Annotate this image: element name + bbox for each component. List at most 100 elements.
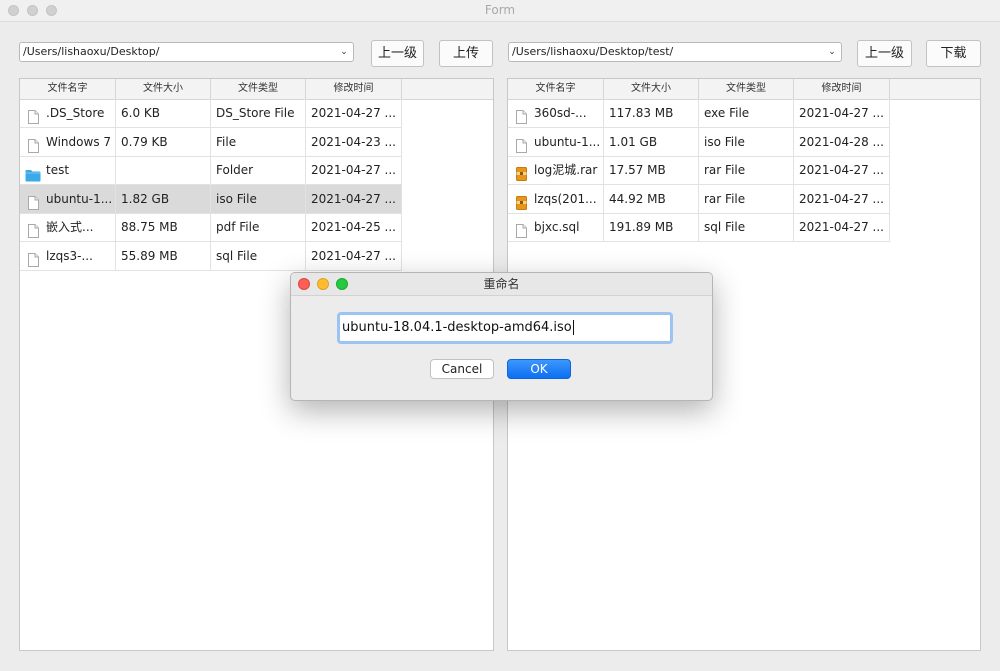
table-header: 文件名字 文件大小 文件类型 修改时间 <box>20 79 493 100</box>
chevron-down-icon[interactable]: ⌄ <box>337 46 351 58</box>
cell-type-text: DS_Store File <box>216 106 295 120</box>
cell-name-text: Windows 7 <box>46 134 112 149</box>
cell-mtime: 2021-04-25 ... <box>306 213 402 243</box>
cell-type: File <box>211 127 306 157</box>
cell-type-text: pdf File <box>216 220 260 235</box>
file-icon <box>28 192 39 210</box>
cell-name: log泥城.rar <box>508 156 604 186</box>
column-header-mtime[interactable]: 修改时间 <box>794 79 890 99</box>
cell-name-text: lzqs3-... <box>46 249 93 263</box>
column-header-size[interactable]: 文件大小 <box>604 79 699 99</box>
right-path-combobox[interactable]: /Users/lishaoxu/Desktop/test/ ⌄ <box>508 42 842 62</box>
column-header-name[interactable]: 文件名字 <box>20 79 116 99</box>
cell-name: test <box>20 156 116 186</box>
cell-type-text: sql File <box>216 249 258 263</box>
cell-size: 117.83 MB <box>604 99 699 128</box>
cell-size: 0.79 KB <box>116 127 211 157</box>
cell-mtime-text: 2021-04-28 ... <box>799 134 884 149</box>
table-row[interactable]: lzqs(201... 44.92 MB rar File 2021-04-27 ..… <box>508 184 890 214</box>
cell-name-text: 嵌入式... <box>46 220 94 235</box>
cell-mtime-text: 2021-04-27 ... <box>311 106 396 120</box>
cell-type: rar File <box>699 184 794 214</box>
dialog-zoom-button[interactable] <box>336 278 348 290</box>
table-row[interactable]: bjxc.sql 191.89 MB sql File 2021-04-27 ... <box>508 213 890 243</box>
cell-type-text: exe File <box>704 106 750 120</box>
column-header-mtime[interactable]: 修改时间 <box>306 79 402 99</box>
table-row[interactable]: lzqs3-... 55.89 MB sql File 2021-04-27 ... <box>20 242 402 271</box>
ok-button[interactable]: OK <box>507 359 571 379</box>
cell-name-text: test <box>46 163 70 178</box>
cell-size <box>116 156 211 186</box>
rename-input[interactable]: ubuntu-18.04.1-desktop-amd64.iso <box>337 312 673 344</box>
cell-name: lzqs3-... <box>20 242 116 271</box>
cell-mtime-text: 2021-04-27 ... <box>799 163 884 178</box>
cell-type-text: iso File <box>704 134 745 149</box>
right-up-button[interactable]: 上一级 <box>857 40 912 67</box>
cell-size-text: 191.89 MB <box>609 220 674 235</box>
cell-type: sql File <box>211 242 306 271</box>
file-icon <box>516 135 527 153</box>
cell-size-text: 6.0 KB <box>121 106 160 120</box>
cell-name-text: 360sd-... <box>534 106 587 120</box>
cell-size: 55.89 MB <box>116 242 211 271</box>
file-icon <box>28 106 39 124</box>
cell-mtime-text: 2021-04-27 ... <box>311 191 396 206</box>
table-row[interactable]: Windows 7 0.79 KB File 2021-04-23 ... <box>20 127 402 157</box>
text-caret <box>572 320 574 335</box>
archive-icon <box>516 192 527 210</box>
table-row[interactable]: ubuntu-1... 1.01 GB iso File 2021-04-28 ... <box>508 127 890 157</box>
file-icon <box>28 135 39 153</box>
file-icon <box>28 220 39 239</box>
window-titlebar: Form <box>0 0 1000 22</box>
window-title: Form <box>484 3 516 17</box>
dialog-titlebar: 重命名 <box>291 273 712 296</box>
dialog-close-button[interactable] <box>298 278 310 290</box>
cell-name: ubuntu-1... <box>20 184 116 214</box>
table-row[interactable]: 360sd-... 117.83 MB exe File 2021-04-27 ... <box>508 99 890 128</box>
cell-name: lzqs(201... <box>508 184 604 214</box>
cell-name: 嵌入式... <box>20 213 116 243</box>
table-row[interactable]: 嵌入式... 88.75 MB pdf File 2021-04-25 ... <box>20 213 402 243</box>
cell-name: 360sd-... <box>508 99 604 128</box>
left-path-combobox[interactable]: /Users/lishaoxu/Desktop/ ⌄ <box>19 42 354 62</box>
cell-size-text: 1.82 GB <box>121 191 170 206</box>
column-header-name[interactable]: 文件名字 <box>508 79 604 99</box>
column-header-size[interactable]: 文件大小 <box>116 79 211 99</box>
cell-size: 17.57 MB <box>604 156 699 186</box>
cell-size: 44.92 MB <box>604 184 699 214</box>
cell-type: iso File <box>699 127 794 157</box>
rename-input-value: ubuntu-18.04.1-desktop-amd64.iso <box>342 320 572 335</box>
cell-size-text: 0.79 KB <box>121 134 168 149</box>
table-row[interactable]: log泥城.rar 17.57 MB rar File 2021-04-27 ... <box>508 156 890 186</box>
table-row[interactable]: ubuntu-1... 1.82 GB iso File 2021-04-27 ... <box>20 184 402 214</box>
folder-icon <box>25 164 41 182</box>
cell-size-text: 117.83 MB <box>609 106 674 120</box>
cell-type-text: File <box>216 134 237 149</box>
cell-mtime-text: 2021-04-27 ... <box>799 191 884 206</box>
cell-name: ubuntu-1... <box>508 127 604 157</box>
right-path-value: /Users/lishaoxu/Desktop/test/ <box>512 45 674 58</box>
table-row[interactable]: .DS_Store 6.0 KB DS_Store File 2021-04-27 .… <box>20 99 402 128</box>
left-up-button[interactable]: 上一级 <box>371 40 424 67</box>
cell-name-text: ubuntu-1... <box>534 134 601 149</box>
cell-name-text: .DS_Store <box>46 106 105 120</box>
dialog-minimize-button[interactable] <box>317 278 329 290</box>
cell-name: bjxc.sql <box>508 213 604 243</box>
cell-size-text: 88.75 MB <box>121 220 178 235</box>
table-row[interactable]: test Folder 2021-04-27 ... <box>20 156 402 186</box>
cell-mtime-text: 2021-04-25 ... <box>311 220 396 235</box>
cell-type: Folder <box>211 156 306 186</box>
cell-size: 88.75 MB <box>116 213 211 243</box>
column-header-type[interactable]: 文件类型 <box>699 79 794 99</box>
cell-size-text: 17.57 MB <box>609 163 666 178</box>
cell-type: pdf File <box>211 213 306 243</box>
cancel-button[interactable]: Cancel <box>430 359 494 379</box>
cell-mtime: 2021-04-27 ... <box>794 156 890 186</box>
cell-name: .DS_Store <box>20 99 116 128</box>
upload-button[interactable]: 上传 <box>439 40 493 67</box>
download-button[interactable]: 下载 <box>926 40 981 67</box>
chevron-down-icon[interactable]: ⌄ <box>825 46 839 58</box>
cell-name-text: lzqs(201... <box>534 191 597 206</box>
column-header-type[interactable]: 文件类型 <box>211 79 306 99</box>
archive-icon <box>516 163 527 182</box>
